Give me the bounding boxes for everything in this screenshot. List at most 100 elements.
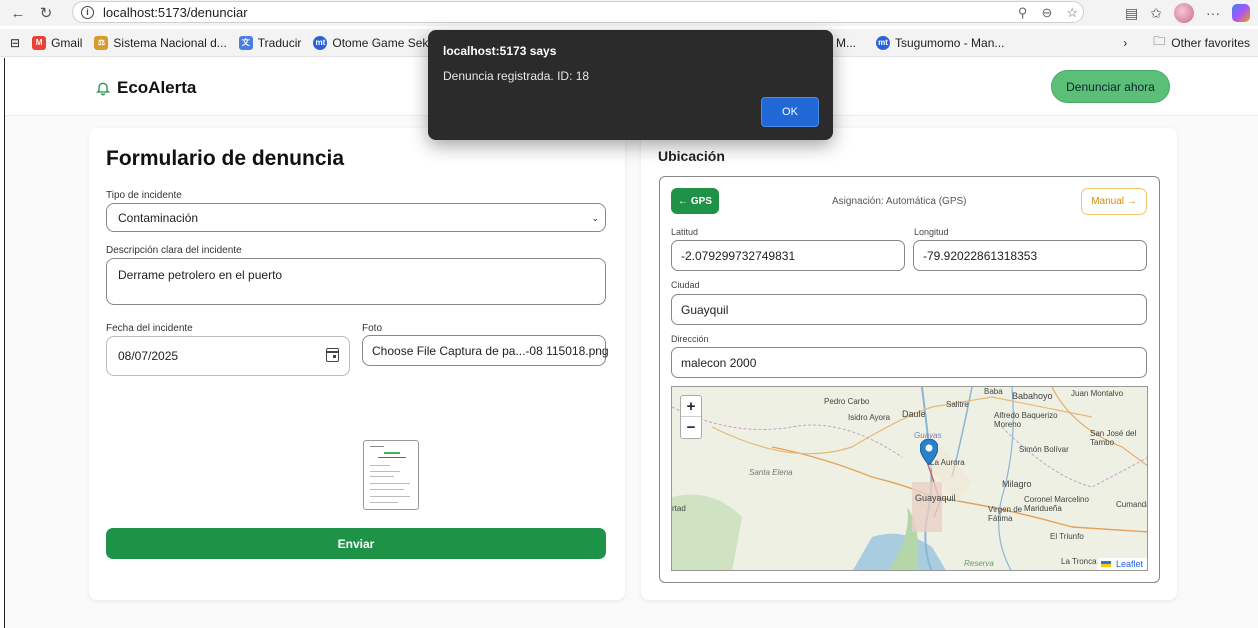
- map-label: Santa Elena: [749, 468, 793, 477]
- city-label: Ciudad: [671, 280, 700, 290]
- bookmark-traducir[interactable]: 文 Traducir: [238, 35, 301, 50]
- map-label: rtad: [672, 504, 686, 513]
- map-label: San José del Tambo: [1090, 429, 1137, 447]
- form-title: Formulario de denuncia: [106, 147, 345, 170]
- map-label: Isidro Ayora: [848, 413, 891, 422]
- back-arrow-icon[interactable]: ←: [8, 3, 28, 23]
- favorites-icon[interactable]: ✩: [1150, 5, 1162, 22]
- bookmark-sistema-nacional[interactable]: ⚖ Sistema Nacional d...: [94, 35, 227, 50]
- reading-view-icon[interactable]: ▤: [1125, 5, 1138, 22]
- address-bar-actions: ⚲ ⊖ ☆: [1018, 5, 1078, 21]
- map-label: Babahoyo: [1012, 391, 1053, 401]
- photo-file-name: Choose File Captura de pa...-08 115018.p…: [372, 343, 609, 358]
- location-title: Ubicación: [658, 148, 725, 164]
- assignment-status: Asignación: Automática (GPS): [832, 196, 967, 207]
- date-value: 08/07/2025: [118, 349, 179, 363]
- longitude-input[interactable]: -79.92022861318353: [913, 240, 1147, 271]
- brand[interactable]: EcoAlerta: [95, 78, 196, 98]
- map-label: Daule: [902, 409, 926, 419]
- more-menu-icon[interactable]: ···: [1206, 5, 1220, 21]
- map-label: Milagro: [1002, 479, 1032, 489]
- location-map[interactable]: + − Pedro Carbo Isidro Ayora Daule Salit…: [671, 386, 1148, 571]
- dialog-ok-button[interactable]: OK: [761, 97, 819, 127]
- date-input[interactable]: 08/07/2025: [106, 336, 350, 376]
- map-label: La Troncal: [1061, 557, 1099, 566]
- site-info-icon[interactable]: i: [81, 5, 94, 19]
- refresh-icon[interactable]: ↻: [36, 3, 56, 23]
- tab-toggle-icon[interactable]: ⊟: [10, 36, 20, 50]
- longitude-value: -79.92022861318353: [923, 248, 1038, 263]
- longitude-label: Longitud: [914, 227, 949, 237]
- shield-icon: ⚖: [94, 35, 109, 50]
- map-label: Juan Montalvo: [1071, 389, 1124, 398]
- map-label: El Triunfo: [1050, 532, 1084, 541]
- latitude-input[interactable]: -2.079299732749831: [671, 240, 905, 271]
- city-value: Guayquil: [681, 302, 729, 317]
- report-now-button[interactable]: Denunciar ahora: [1051, 70, 1170, 103]
- zoom-out-button[interactable]: −: [681, 417, 701, 438]
- brand-name: EcoAlerta: [117, 78, 197, 97]
- flag-icon: [1101, 561, 1112, 567]
- manual-button[interactable]: Manual →: [1081, 188, 1147, 215]
- incident-type-label: Tipo de incidente: [106, 190, 182, 201]
- map-label: Coronel Marcelino Maridueña: [1024, 495, 1089, 513]
- incident-type-value: Contaminación: [118, 210, 199, 225]
- copilot-icon[interactable]: [1232, 4, 1250, 22]
- location-card: Ubicación ← GPS Asignación: Automática (…: [641, 128, 1177, 600]
- latitude-value: -2.079299732749831: [681, 248, 796, 263]
- favorite-star-icon[interactable]: ☆: [1066, 5, 1078, 21]
- map-label: Virgen de Fátima: [988, 505, 1023, 523]
- alert-dialog: localhost:5173 says Denuncia registrada.…: [428, 30, 833, 140]
- latitude-label: Latitud: [671, 227, 699, 237]
- map-label: Alfredo Baquerizo Moreno: [994, 411, 1058, 429]
- profile-avatar[interactable]: [1174, 3, 1194, 23]
- map-label: Cumandá: [1116, 500, 1148, 509]
- calendar-icon[interactable]: [326, 348, 339, 362]
- date-label: Fecha del incidente: [106, 323, 193, 334]
- gmail-icon: M: [32, 35, 47, 50]
- address-label: Dirección: [671, 334, 709, 344]
- map-attribution[interactable]: Leaflet: [1097, 558, 1147, 570]
- city-input[interactable]: Guayquil: [671, 294, 1147, 325]
- map-marker-icon[interactable]: [920, 439, 938, 465]
- gps-button[interactable]: ← GPS: [671, 188, 719, 214]
- bookmark-gmail[interactable]: M Gmail: [32, 35, 82, 50]
- other-favorites[interactable]: › 🗀 Other favorites: [1123, 32, 1250, 53]
- address-bar[interactable]: i localhost:5173/denunciar: [72, 1, 1084, 23]
- site-icon: mt: [876, 35, 890, 50]
- zoom-icon[interactable]: ⊖: [1041, 5, 1052, 21]
- site-icon: mt: [313, 35, 328, 50]
- map-label: Baba: [984, 387, 1003, 396]
- bookmark-tsugumomo[interactable]: mt Tsugumomo - Man...: [876, 35, 1004, 50]
- location-box: ← GPS Asignación: Automática (GPS) Manua…: [659, 176, 1160, 583]
- chevron-right-icon[interactable]: ›: [1123, 36, 1127, 50]
- chevron-down-icon: ⌄: [591, 213, 599, 223]
- url-text: localhost:5173/denunciar: [103, 4, 248, 20]
- map-label: Reserva: [964, 559, 994, 568]
- submit-button[interactable]: Enviar: [106, 528, 606, 559]
- bookmark-otome[interactable]: mt Otome Game Seka: [313, 35, 435, 50]
- address-input[interactable]: malecon 2000: [671, 347, 1147, 378]
- address-value: malecon 2000: [681, 355, 757, 370]
- incident-type-select[interactable]: Contaminación ⌄: [106, 203, 606, 232]
- bell-icon: [96, 82, 110, 96]
- dialog-message: Denuncia registrada. ID: 18: [443, 69, 590, 83]
- zoom-control: + −: [680, 395, 702, 439]
- map-label: Simón Bolívar: [1019, 445, 1069, 454]
- map-label: Guayaquil: [915, 493, 956, 503]
- browser-extensions: ▤ ✩ ···: [1125, 3, 1250, 23]
- map-label: Salitre: [946, 400, 969, 409]
- dialog-title: localhost:5173 says: [443, 44, 557, 58]
- description-value: Derrame petrolero en el puerto: [118, 268, 283, 282]
- report-form-card: Formulario de denuncia Tipo de incidente…: [89, 128, 625, 600]
- photo-label: Foto: [362, 323, 383, 334]
- bookmark-m[interactable]: M...: [836, 36, 856, 50]
- folder-icon: 🗀: [1153, 34, 1166, 48]
- location-pin-icon[interactable]: ⚲: [1018, 5, 1028, 21]
- photo-file-input[interactable]: Choose File Captura de pa...-08 115018.p…: [362, 335, 609, 366]
- description-label: Descripción clara del incidente: [106, 245, 242, 256]
- page: EcoAlerta Denunciar ahora Formulario de …: [4, 58, 1258, 628]
- translate-icon: 文: [238, 35, 253, 50]
- description-textarea[interactable]: Derrame petrolero en el puerto: [106, 258, 606, 305]
- zoom-in-button[interactable]: +: [681, 396, 701, 417]
